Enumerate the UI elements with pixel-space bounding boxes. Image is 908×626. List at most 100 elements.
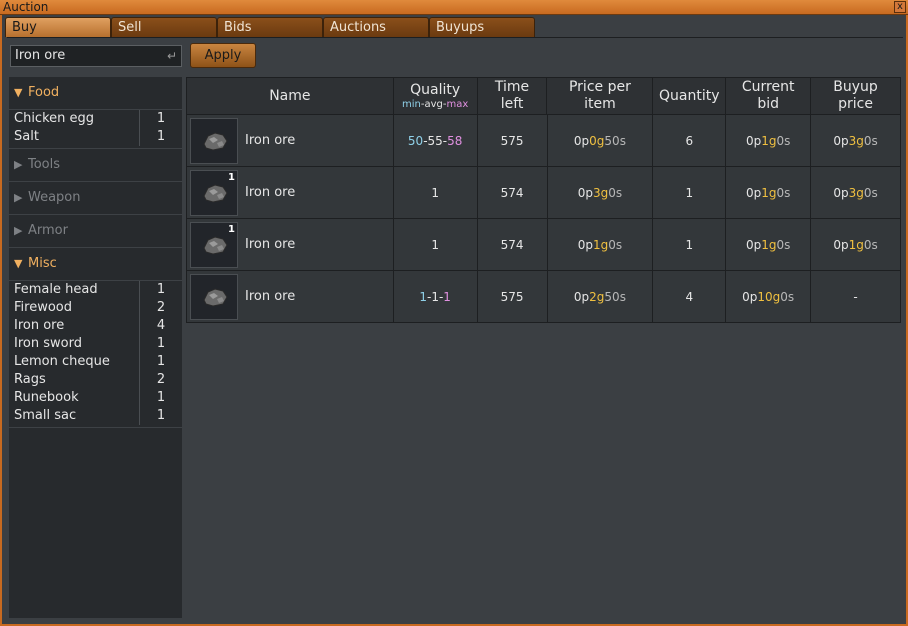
col-bid-label-2: bid [757,96,779,112]
sidebar-item[interactable]: Lemon cheque 1 [9,353,182,371]
cell-quantity: 1 [653,219,727,270]
sidebar-item[interactable]: Rags 2 [9,371,182,389]
bid-part: 1g [761,133,777,148]
buyup-part: 1g [848,237,864,252]
sidebar-item[interactable]: Firewood 2 [9,299,182,317]
auction-window: Buy Sell Bids Auctions Buyups Iron ore ↵… [0,15,908,626]
cell-time-left: 575 [478,115,548,166]
quality-part: 1 [419,289,427,304]
category-food[interactable]: ▼ Food [9,77,182,110]
col-current-bid[interactable]: Current bid [726,78,812,114]
category-sidebar: ▼ Food Chicken egg 1 Salt 1 ▶ Tools ▶ Weapon ▶ Armo… [9,77,182,618]
bid-part: 0p [745,133,762,148]
table-row[interactable]: Iron ore 50 -55- 58 575 0p 0g 50s 6 0p 1g 0s 0p … [186,115,901,167]
category-armor[interactable]: ▶ Armor [9,215,182,248]
col-name[interactable]: Name [187,78,394,114]
category-label: Tools [28,157,61,172]
sidebar-item-count: 1 [139,353,182,371]
category-tools[interactable]: ▶ Tools [9,149,182,182]
sidebar-item[interactable]: Salt 1 [9,128,182,146]
item-slot[interactable]: 1 [190,221,238,268]
col-quality[interactable]: Quality min-avg-max [394,78,478,114]
table-row[interactable]: Iron ore 1 -1- 1 575 0p 2g 50s 4 0p 10g 0s - [186,271,901,323]
sidebar-item-name: Firewood [14,300,72,315]
category-label: Armor [28,223,68,238]
cell-name: 1 Iron ore [187,219,394,270]
sidebar-item[interactable]: Iron sword 1 [9,335,182,353]
sidebar-item[interactable]: Small sac 1 [9,407,182,425]
search-input[interactable]: Iron ore ↵ [10,45,182,67]
price-part: 50s [604,133,626,148]
cell-quantity: 6 [653,115,727,166]
buyup-part: 0s [863,185,878,200]
sidebar-item-name: Iron ore [14,318,65,333]
quality-part: 1 [443,289,451,304]
sidebar-item-count: 1 [139,110,182,128]
tab-buy[interactable]: Buy [5,17,111,37]
bid-part: 0p [742,289,758,304]
sidebar-item-name: Iron sword [14,336,82,351]
bid-part: 0p [745,185,762,200]
item-slot[interactable]: 1 [190,169,238,216]
table-row[interactable]: 1 Iron ore 1 574 0p 1g 0s 1 0p 1g 0s 0p 1g 0s [186,219,901,271]
col-price-label-1: Price per [568,79,631,95]
item-slot[interactable] [190,117,238,164]
col-buyup[interactable]: Buyup price [811,78,900,114]
quality-max-label: max [446,98,469,110]
buyup-none: - [853,289,858,304]
quality-part: 58 [447,133,463,148]
cell-quality: 50 -55- 58 [394,115,478,166]
buyup-part: 0s [863,133,878,148]
category-misc[interactable]: ▼ Misc [9,248,182,281]
tab-sell[interactable]: Sell [111,17,217,37]
price-part: 0p [573,133,590,148]
cell-buyup: 0p 3g 0s [811,115,900,166]
item-name: Iron ore [245,289,296,304]
quality-part: -1- [427,289,444,304]
cell-name: Iron ore [187,271,394,322]
price-part: 0g [589,133,605,148]
tab-buyups[interactable]: Buyups [429,17,535,37]
collapsed-arrow-icon: ▶ [14,158,23,171]
cell-price: 0p 3g 0s [548,167,654,218]
price-part: 0p [577,237,593,252]
search-value: Iron ore [15,48,66,63]
sidebar-item-count: 1 [139,281,182,299]
close-icon[interactable]: x [894,1,906,13]
category-weapon[interactable]: ▶ Weapon [9,182,182,215]
col-time-left[interactable]: Time left [478,78,548,114]
cell-current-bid: 0p 10g 0s [726,271,812,322]
sidebar-item-name: Rags [14,372,46,387]
sidebar-item-count: 1 [139,335,182,353]
table-row[interactable]: 1 Iron ore 1 574 0p 3g 0s 1 0p 1g 0s 0p 3g 0s [186,167,901,219]
sidebar-item[interactable]: Iron ore 4 [9,317,182,335]
sidebar-item[interactable]: Female head 1 [9,281,182,299]
price-part: 0p [577,185,593,200]
cell-price: 0p 2g 50s [548,271,654,322]
quality-value: 1 [431,237,439,252]
sidebar-item[interactable]: Chicken egg 1 [9,110,182,128]
price-part: 3g [592,185,609,200]
col-name-label: Name [269,87,311,104]
col-price[interactable]: Price per item [547,78,654,114]
apply-button[interactable]: Apply [190,43,256,68]
sidebar-item-name: Chicken egg [14,111,95,126]
item-name: Iron ore [245,237,296,252]
category-items-misc: Female head 1 Firewood 2 Iron ore 4 Iron sword… [9,281,182,428]
col-quantity[interactable]: Quantity [653,78,727,114]
tab-auctions[interactable]: Auctions [323,17,429,37]
quality-part: -55- [423,133,448,148]
tab-bids[interactable]: Bids [217,17,323,37]
quality-part: 50 [407,133,424,148]
sidebar-item[interactable]: Runebook 1 [9,389,182,407]
col-bid-label-1: Current [741,79,795,95]
cell-current-bid: 0p 1g 0s [726,115,812,166]
sidebar-item-count: 1 [139,128,182,146]
sidebar-item-name: Runebook [14,390,79,405]
cell-quality: 1 [394,219,478,270]
item-slot[interactable] [190,273,238,320]
cell-quantity: 1 [653,167,727,218]
table-body: Iron ore 50 -55- 58 575 0p 0g 50s 6 0p 1g 0s 0p … [186,115,901,323]
bid-part: 1g [761,185,777,200]
stack-count-badge: 1 [228,171,235,183]
